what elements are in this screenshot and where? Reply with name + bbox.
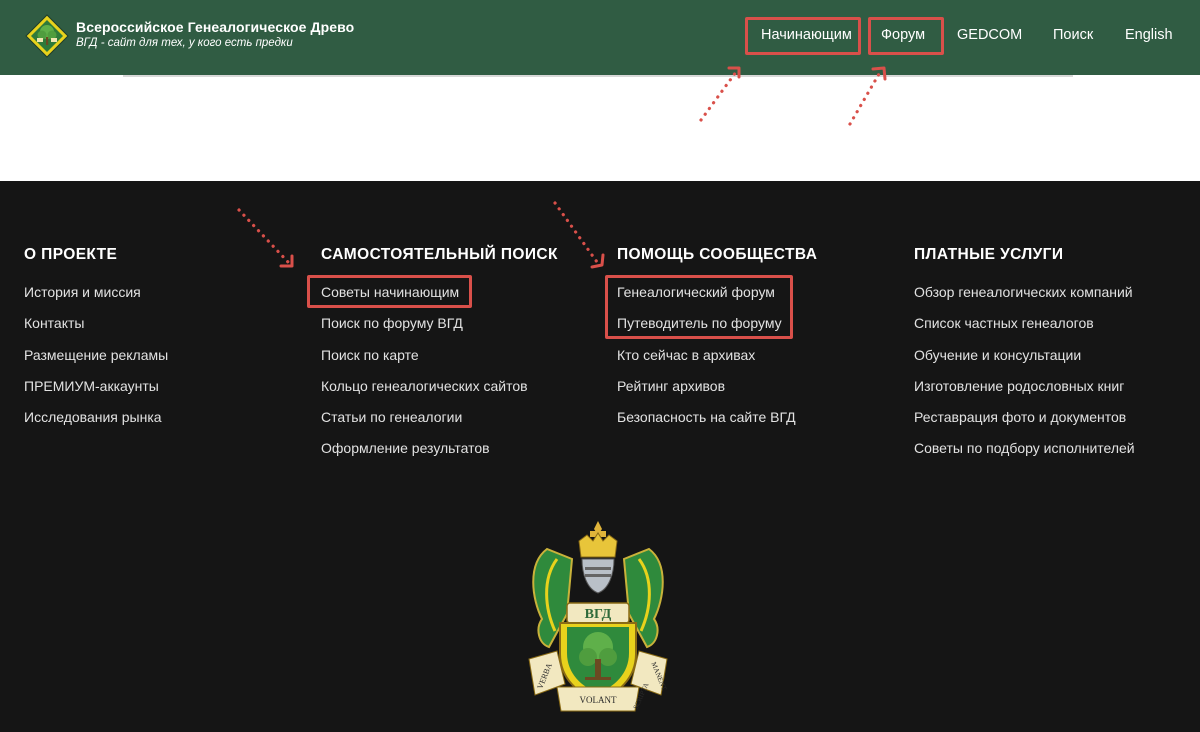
footer-link[interactable]: Обучение и консультации	[914, 346, 1135, 377]
highlight-forum-links	[605, 275, 793, 339]
nav-english-link[interactable]: English	[1125, 27, 1173, 43]
footer-link[interactable]: Кольцо генеалогических сайтов	[321, 377, 558, 408]
footer-links-paid-services: Обзор генеалогических компаний Список ча…	[914, 283, 1135, 471]
footer-link[interactable]: Рейтинг архивов	[617, 377, 817, 408]
highlight-beginner-tips	[307, 275, 472, 308]
footer-column-paid-services: ПЛАТНЫЕ УСЛУГИ Обзор генеалогических ком…	[914, 246, 1135, 471]
coat-of-arms-emblem-icon: ВГД VERBA VOLANT SCRIPTA MANENT	[528, 521, 668, 712]
footer-heading-community-help: ПОМОЩЬ СООБЩЕСТВА	[617, 246, 818, 263]
footer-link[interactable]: ПРЕМИУМ-аккаунты	[24, 377, 168, 408]
footer-link[interactable]: Изготовление родословных книг	[914, 377, 1135, 408]
site-footer: О ПРОЕКТЕ История и миссия Контакты Разм…	[0, 181, 1200, 732]
footer-link[interactable]: История и миссия	[24, 283, 168, 314]
brand-tagline: ВГД - сайт для тех, у кого есть предки	[76, 37, 293, 49]
footer-link[interactable]: Поиск по форуму ВГД	[321, 314, 558, 345]
footer-link[interactable]: Поиск по карте	[321, 346, 558, 377]
content-area	[0, 75, 1200, 181]
nav-beginners-link[interactable]: Начинающим	[761, 27, 852, 43]
nav-forum-link[interactable]: Форум	[881, 27, 925, 43]
content-divider	[123, 75, 1073, 77]
site-header: Всероссийское Генеалогическое Древо ВГД …	[0, 0, 1200, 75]
footer-heading-self-search: САМОСТОЯТЕЛЬНЫЙ ПОИСК	[321, 246, 558, 263]
footer-link[interactable]: Исследования рынка	[24, 408, 168, 439]
nav-gedcom-link[interactable]: GEDCOM	[957, 27, 1022, 43]
footer-link[interactable]: Статьи по генеалогии	[321, 408, 558, 439]
footer-column-about: О ПРОЕКТЕ История и миссия Контакты Разм…	[24, 246, 168, 439]
footer-link[interactable]: Контакты	[24, 314, 168, 345]
emblem-shield-text: ВГД	[585, 607, 612, 622]
footer-link[interactable]: Список частных генеалогов	[914, 314, 1135, 345]
footer-link[interactable]: Советы по подбору исполнителей	[914, 439, 1135, 470]
footer-link[interactable]: Кто сейчас в архивах	[617, 346, 817, 377]
emblem-motto-center: VOLANT	[580, 695, 617, 705]
footer-link[interactable]: Реставрация фото и документов	[914, 408, 1135, 439]
footer-link[interactable]: Обзор генеалогических компаний	[914, 283, 1135, 314]
footer-link[interactable]: Размещение рекламы	[24, 346, 168, 377]
footer-link[interactable]: Безопасность на сайте ВГД	[617, 408, 817, 439]
brand-title[interactable]: Всероссийское Генеалогическое Древо	[76, 19, 354, 35]
tree-diamond-logo-icon[interactable]	[25, 14, 69, 58]
footer-heading-about: О ПРОЕКТЕ	[24, 246, 118, 263]
footer-heading-paid-services: ПЛАТНЫЕ УСЛУГИ	[914, 246, 1064, 263]
footer-link[interactable]: Оформление результатов	[321, 439, 558, 470]
footer-links-about: История и миссия Контакты Размещение рек…	[24, 283, 168, 439]
nav-search-link[interactable]: Поиск	[1053, 27, 1093, 43]
footer-links-self-search: Советы начинающим Поиск по форуму ВГД По…	[321, 283, 558, 471]
